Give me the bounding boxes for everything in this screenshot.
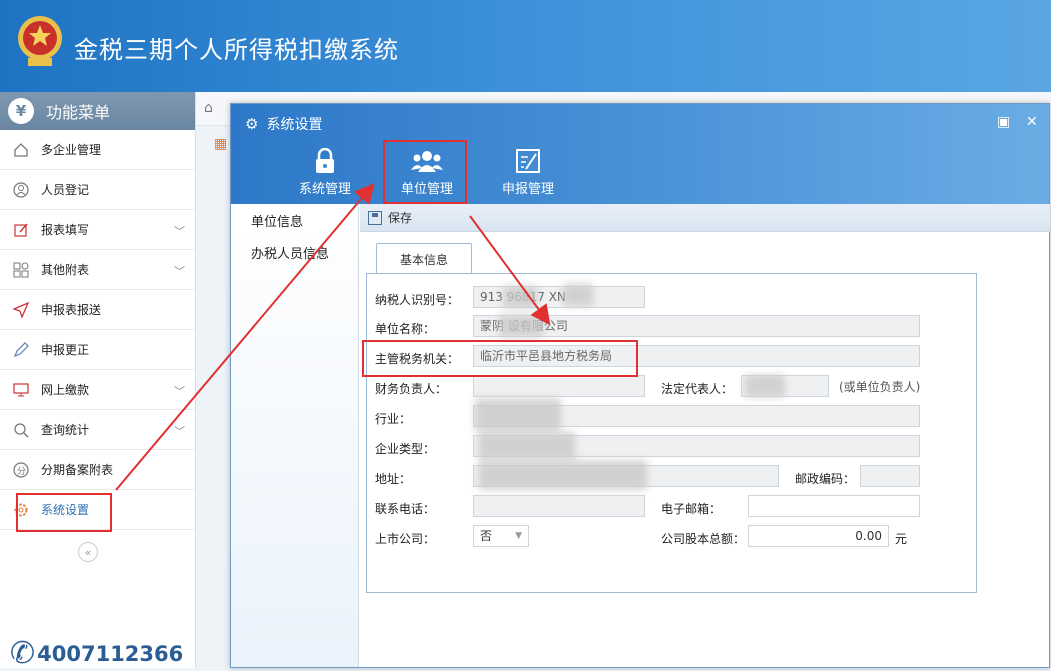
- annotation-arrows: [115, 182, 551, 491]
- arrow-to-form: [469, 215, 551, 326]
- arrow-to-unit-management: [115, 182, 375, 491]
